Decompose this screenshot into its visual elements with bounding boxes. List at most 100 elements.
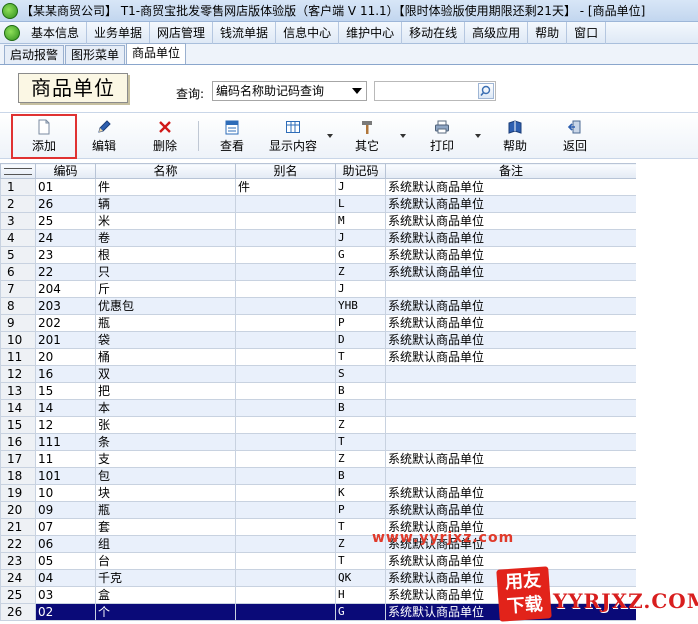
cell-code[interactable]: 04: [35, 569, 96, 587]
cell-code[interactable]: 02: [35, 603, 96, 621]
cell-note[interactable]: 系统默认商品单位: [385, 331, 637, 349]
cell-note[interactable]: 系统默认商品单位: [385, 263, 637, 281]
row-number[interactable]: 3: [0, 212, 36, 230]
row-number[interactable]: 7: [0, 280, 36, 298]
row-number[interactable]: 8: [0, 297, 36, 315]
cell-code[interactable]: 03: [35, 586, 96, 604]
tab-product-units[interactable]: 商品单位: [126, 43, 187, 64]
table-row[interactable]: 5 23 根 G 系统默认商品单位: [0, 246, 637, 264]
cell-name[interactable]: 支: [95, 450, 236, 468]
cell-name[interactable]: 本: [95, 399, 236, 417]
view-button[interactable]: 查看: [212, 115, 252, 157]
table-row[interactable]: 15 12 张 Z: [0, 416, 637, 434]
add-button[interactable]: 添加: [22, 115, 66, 157]
cell-name[interactable]: 块: [95, 484, 236, 502]
row-number[interactable]: 17: [0, 450, 36, 468]
cell-alias[interactable]: [235, 331, 336, 349]
cell-mnemonic[interactable]: Z: [335, 263, 386, 281]
other-button[interactable]: 其它: [350, 115, 384, 157]
row-number[interactable]: 15: [0, 416, 36, 434]
cell-note[interactable]: [385, 399, 637, 417]
cell-name[interactable]: 瓶: [95, 501, 236, 519]
cell-alias[interactable]: [235, 518, 336, 536]
cell-mnemonic[interactable]: M: [335, 212, 386, 230]
cell-alias[interactable]: [235, 212, 336, 230]
chevron-down-icon[interactable]: [352, 88, 362, 94]
cell-code[interactable]: 10: [35, 484, 96, 502]
cell-note[interactable]: 系统默认商品单位: [385, 484, 637, 502]
row-number[interactable]: 9: [0, 314, 36, 332]
row-number[interactable]: 19: [0, 484, 36, 502]
cell-note[interactable]: [385, 467, 637, 485]
cell-alias[interactable]: [235, 229, 336, 247]
column-header-code[interactable]: 编码: [35, 163, 96, 179]
table-row[interactable]: 8 203 优惠包 YHB 系统默认商品单位: [0, 297, 637, 315]
cell-alias[interactable]: 件: [235, 178, 336, 196]
menu-mobile-online[interactable]: 移动在线: [402, 21, 466, 44]
cell-note[interactable]: [385, 416, 637, 434]
cell-code[interactable]: 202: [35, 314, 96, 332]
cell-name[interactable]: 条: [95, 433, 236, 451]
cell-note[interactable]: [385, 433, 637, 451]
cell-code[interactable]: 101: [35, 467, 96, 485]
cell-note[interactable]: 系统默认商品单位: [385, 297, 637, 315]
cell-mnemonic[interactable]: T: [335, 433, 386, 451]
row-number[interactable]: 23: [0, 552, 36, 570]
row-number[interactable]: 6: [0, 263, 36, 281]
cell-mnemonic[interactable]: P: [335, 314, 386, 332]
cell-mnemonic[interactable]: G: [335, 246, 386, 264]
cell-name[interactable]: 卷: [95, 229, 236, 247]
cell-code[interactable]: 01: [35, 178, 96, 196]
cell-alias[interactable]: [235, 348, 336, 366]
help-button[interactable]: 帮助: [495, 115, 535, 157]
cell-alias[interactable]: [235, 467, 336, 485]
row-number[interactable]: 16: [0, 433, 36, 451]
cell-alias[interactable]: [235, 484, 336, 502]
edit-button[interactable]: 编辑: [84, 115, 124, 157]
cell-name[interactable]: 盒: [95, 586, 236, 604]
table-row[interactable]: 11 20 桶 T 系统默认商品单位: [0, 348, 637, 366]
table-row[interactable]: 16 111 条 T: [0, 433, 637, 451]
row-number[interactable]: 26: [0, 603, 36, 621]
cell-mnemonic[interactable]: QK: [335, 569, 386, 587]
other-dropdown-arrow-icon[interactable]: [400, 134, 406, 138]
cell-note[interactable]: [385, 365, 637, 383]
cell-alias[interactable]: [235, 586, 336, 604]
cell-name[interactable]: 千克: [95, 569, 236, 587]
cell-code[interactable]: 14: [35, 399, 96, 417]
back-button[interactable]: 返回: [555, 115, 595, 157]
tab-startup-alert[interactable]: 启动报警: [4, 45, 65, 64]
cell-code[interactable]: 22: [35, 263, 96, 281]
cell-code[interactable]: 07: [35, 518, 96, 536]
cell-code[interactable]: 12: [35, 416, 96, 434]
cell-name[interactable]: 张: [95, 416, 236, 434]
cell-code[interactable]: 23: [35, 246, 96, 264]
cell-name[interactable]: 个: [95, 603, 236, 621]
cell-mnemonic[interactable]: L: [335, 195, 386, 213]
column-header-mnemonic[interactable]: 助记码: [335, 163, 386, 179]
cell-name[interactable]: 包: [95, 467, 236, 485]
cell-alias[interactable]: [235, 433, 336, 451]
cell-name[interactable]: 把: [95, 382, 236, 400]
table-row[interactable]: 10 201 袋 D 系统默认商品单位: [0, 331, 637, 349]
cell-name[interactable]: 双: [95, 365, 236, 383]
table-row[interactable]: 2 26 辆 L 系统默认商品单位: [0, 195, 637, 213]
cell-alias[interactable]: [235, 450, 336, 468]
table-row[interactable]: 6 22 只 Z 系统默认商品单位: [0, 263, 637, 281]
cell-name[interactable]: 袋: [95, 331, 236, 349]
cell-name[interactable]: 米: [95, 212, 236, 230]
print-dropdown-arrow-icon[interactable]: [475, 134, 481, 138]
cell-name[interactable]: 只: [95, 263, 236, 281]
cell-name[interactable]: 组: [95, 535, 236, 553]
cell-mnemonic[interactable]: J: [335, 280, 386, 298]
cell-note[interactable]: 系统默认商品单位: [385, 229, 637, 247]
cell-mnemonic[interactable]: B: [335, 399, 386, 417]
cell-note[interactable]: [385, 280, 637, 298]
cell-code[interactable]: 09: [35, 501, 96, 519]
cell-mnemonic[interactable]: B: [335, 467, 386, 485]
cell-code[interactable]: 111: [35, 433, 96, 451]
row-number[interactable]: 11: [0, 348, 36, 366]
menu-business-docs[interactable]: 业务单据: [87, 21, 151, 44]
display-content-button[interactable]: 显示内容: [266, 115, 320, 157]
cell-code[interactable]: 11: [35, 450, 96, 468]
